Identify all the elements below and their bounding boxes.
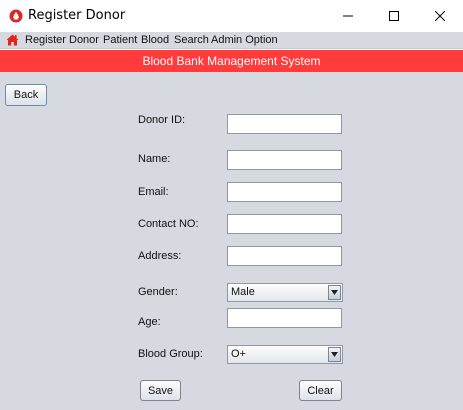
- clear-button[interactable]: Clear: [299, 380, 342, 401]
- blood-drop-icon: [9, 9, 23, 23]
- address-field[interactable]: [227, 246, 342, 266]
- minimize-icon: [343, 15, 353, 17]
- address-label: Address:: [138, 250, 182, 262]
- menu-register[interactable]: Register: [25, 34, 66, 47]
- contact-field[interactable]: [227, 214, 342, 234]
- blood-group-selected-value: O+: [231, 348, 246, 360]
- menu-blood[interactable]: Blood: [141, 34, 169, 47]
- name-field[interactable]: [227, 150, 342, 170]
- title-bar: Register Donor: [0, 0, 463, 32]
- chevron-down-icon: [328, 285, 341, 300]
- blood-group-select[interactable]: O+: [227, 345, 343, 364]
- maximize-icon: [389, 11, 399, 21]
- menu-search[interactable]: Search: [174, 34, 209, 47]
- menu-bar: Register Donor Patient Blood Search Admi…: [0, 32, 463, 49]
- donor-id-label: Donor ID:: [138, 114, 186, 126]
- minimize-button[interactable]: [325, 0, 371, 32]
- gender-selected-value: Male: [231, 286, 255, 298]
- save-button[interactable]: Save: [140, 380, 181, 401]
- menu-patient[interactable]: Patient: [103, 34, 137, 47]
- menu-admin-option[interactable]: Admin Option: [211, 34, 278, 47]
- close-button[interactable]: [417, 0, 463, 32]
- menu-donor[interactable]: Donor: [69, 34, 99, 47]
- age-field[interactable]: [227, 308, 342, 328]
- email-label: Email:: [138, 186, 169, 198]
- blood-group-label: Blood Group:: [138, 348, 203, 360]
- home-icon[interactable]: [6, 34, 19, 46]
- donor-id-field[interactable]: [227, 114, 342, 134]
- name-label: Name:: [138, 153, 171, 165]
- window-title: Register Donor: [28, 8, 126, 23]
- contact-label: Contact NO:: [138, 218, 199, 230]
- maximize-button[interactable]: [371, 0, 417, 32]
- age-label: Age:: [138, 316, 161, 328]
- app-banner: Blood Bank Management System: [0, 50, 463, 72]
- gender-label: Gender:: [138, 286, 178, 298]
- back-button[interactable]: Back: [5, 84, 47, 106]
- close-icon: [435, 11, 445, 21]
- email-field[interactable]: [227, 182, 342, 202]
- chevron-down-icon: [328, 347, 341, 362]
- gender-select[interactable]: Male: [227, 283, 343, 302]
